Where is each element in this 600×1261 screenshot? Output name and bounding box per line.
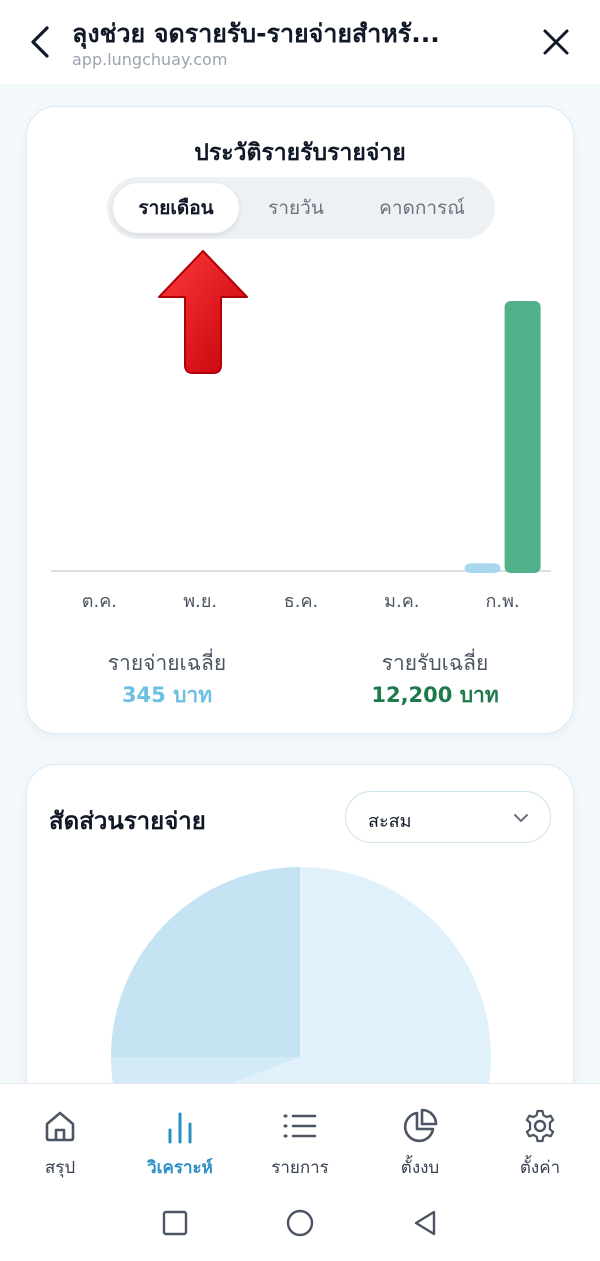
chevron-down-icon [512,809,530,831]
x-tick-label: ธ.ค. [284,591,318,612]
x-tick-label: ต.ค. [82,591,117,612]
gear-icon [520,1106,560,1146]
page-title: ลุงช่วย จดรายรับ-รายจ่ายสำหรั... [72,19,440,48]
recent-apps-icon[interactable] [155,1203,195,1243]
nav-analysis[interactable]: วิเคราะห์ [120,1102,240,1178]
nav-budget[interactable]: ตั้งงบ [360,1102,480,1178]
period-segmented-control: รายเดือน รายวัน คาดการณ์ [107,177,495,239]
avg-income-value: 12,200 บาท [371,683,499,707]
browser-header: ลุงช่วย จดรายรับ-รายจ่ายสำหรั... app.lun… [0,0,600,84]
nav-settings[interactable]: ตั้งค่า [480,1102,600,1178]
home-icon [40,1106,80,1146]
nav-settings-label: ตั้งค่า [519,1158,561,1178]
tab-monthly[interactable]: รายเดือน [113,183,239,233]
period-dropdown[interactable]: สะสม [345,791,551,843]
chevron-left-icon[interactable] [22,20,58,64]
x-tick-label: ม.ค. [384,591,419,612]
bar-chart-icon [160,1106,200,1146]
list-icon [280,1106,320,1146]
avg-expense-value: 345 บาท [121,683,213,707]
nav-summary[interactable]: สรุป [0,1102,120,1178]
chart-bar [504,301,541,573]
avg-expense-label: รายจ่ายเฉลี่ย [107,651,227,675]
history-card-title: ประวัติรายรับรายจ่าย [194,140,406,166]
history-card: ประวัติรายรับรายจ่าย รายเดือน รายวัน คาด… [26,106,574,734]
tab-forecast[interactable]: คาดการณ์ [355,183,489,233]
back-triangle-icon[interactable] [405,1203,445,1243]
page-url: app.lungchuay.com [72,50,228,69]
nav-budget-label: ตั้งงบ [400,1158,440,1178]
nav-transactions-label: รายการ [271,1158,329,1178]
x-tick-label: ก.พ. [485,591,519,612]
pie-chart-icon [400,1106,440,1146]
x-tick-label: พ.ย. [183,591,217,612]
bottom-navigation: สรุป วิเคราะห์ รายการ ตั้งงบ ตั้งค่า [0,1083,600,1261]
tab-daily[interactable]: รายวัน [241,183,351,233]
avg-income-label: รายรับเฉลี่ย [381,651,489,675]
nav-summary-label: สรุป [44,1158,76,1178]
chart-bar [464,563,501,573]
close-icon[interactable] [536,22,576,62]
home-circle-icon[interactable] [280,1203,320,1243]
nav-analysis-label: วิเคราะห์ [147,1158,213,1178]
nav-transactions[interactable]: รายการ [240,1102,360,1178]
dropdown-value: สะสม [368,811,412,832]
system-navigation-bar [0,1191,600,1261]
income-expense-chart: ต.ค. พ.ย. ธ.ค. ม.ค. ก.พ. [51,301,551,612]
expense-ratio-title: สัดส่วนรายจ่าย [49,807,206,835]
